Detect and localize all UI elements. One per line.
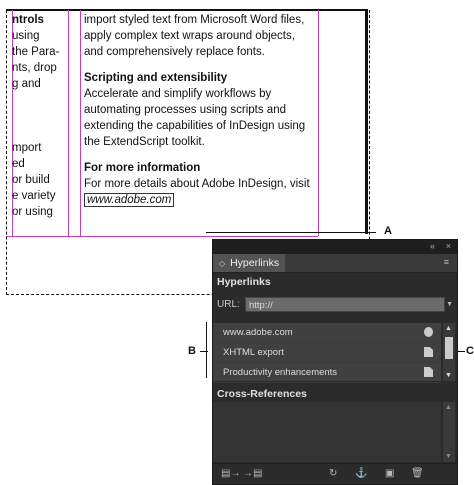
xref-section-title: Cross-References: [217, 388, 307, 400]
col-a-line: g and: [12, 78, 41, 90]
list-item-label: XHTML export: [223, 347, 284, 358]
xref-scrollbar[interactable]: ▲ ▼: [443, 402, 455, 462]
scroll-down-icon[interactable]: ▼: [445, 372, 452, 379]
xref-scroll-up-icon[interactable]: ▲: [445, 404, 452, 411]
bracket-b: [206, 322, 207, 378]
tab-chevron-icon: ◇: [219, 259, 226, 268]
heading-scripting: Scripting and extensibility: [84, 72, 228, 84]
page-icon: [424, 367, 433, 377]
callout-line-a: [206, 232, 376, 233]
col-a-line: ed: [12, 158, 25, 170]
column-guide-2: [80, 10, 81, 236]
delete-icon[interactable]: 🗑: [411, 468, 424, 479]
list-item-label: www.adobe.com: [223, 327, 293, 338]
panel-titlebar: « ×: [213, 240, 457, 254]
collapse-icon[interactable]: «: [430, 241, 435, 251]
hyperlinks-scrollbar[interactable]: ▲ ▼: [443, 323, 455, 381]
col-a-line: the Para-: [12, 46, 60, 58]
list-item[interactable]: Productivity enhancements: [213, 363, 441, 383]
col-a-line: e variety: [12, 190, 56, 202]
update-icon[interactable]: ↻: [329, 468, 337, 479]
col-a-line: ntrols: [12, 14, 44, 26]
panel-tabbar: ◇ Hyperlinks ≡: [213, 254, 457, 273]
go-to-source-icon[interactable]: ▤→: [221, 468, 240, 479]
tab-label: Hyperlinks: [230, 257, 280, 269]
url-label: URL:: [217, 299, 240, 310]
globe-icon: [424, 327, 433, 337]
list-item[interactable]: www.adobe.com: [213, 323, 441, 343]
panel-bottom-toolbar: ▤→ →▤ ↻ ⚓ ▣ 🗑: [213, 463, 457, 484]
hyperlinks-list: www.adobe.com XHTML export Productivity …: [213, 323, 441, 383]
margin-guide-bottom: [6, 236, 318, 237]
hyperlinks-panel: « × ◇ Hyperlinks ≡ Hyperlinks URL: http:…: [212, 239, 458, 485]
page-icon: [424, 347, 433, 357]
heading-more-info: For more information: [84, 162, 201, 174]
anchor-icon[interactable]: ⚓: [355, 468, 367, 479]
col-a-line: nts, drop: [12, 62, 57, 74]
xref-scroll-down-icon[interactable]: ▼: [445, 453, 452, 460]
col-a-line: or using: [12, 206, 53, 218]
callout-label-b: B: [188, 345, 196, 357]
scripting-section: Scripting and extensibility Accelerate a…: [84, 70, 316, 150]
callout-label-c: C: [466, 345, 474, 357]
col-a-line: using: [12, 30, 40, 42]
list-item[interactable]: XHTML export: [213, 343, 441, 363]
page-frame-right: [365, 10, 368, 234]
more-info-section: For more information For more details ab…: [84, 160, 316, 208]
text-column-right: import styled text from Microsoft Word f…: [84, 12, 316, 218]
text-column-left: ntrols using the Para- nts, drop g and m…: [12, 12, 70, 220]
tab-hyperlinks[interactable]: ◇ Hyperlinks: [213, 254, 286, 272]
new-hyperlink-icon[interactable]: ▣: [385, 468, 394, 479]
url-dropdown-icon[interactable]: ▼: [446, 301, 453, 308]
intro-paragraph: import styled text from Microsoft Word f…: [84, 14, 305, 58]
go-to-destination-icon[interactable]: →▤: [243, 468, 262, 479]
section-title: Hyperlinks: [217, 276, 271, 288]
hyperlink-source-text[interactable]: www.adobe.com: [84, 193, 175, 207]
scroll-thumb[interactable]: [445, 337, 453, 359]
more-info-paragraph: For more details about Adobe InDesign, v…: [84, 178, 310, 190]
col-a-line: mport: [12, 142, 42, 154]
url-row: URL: http:// ▼: [213, 295, 457, 315]
url-input[interactable]: http://: [245, 297, 445, 312]
callout-label-a: A: [384, 225, 392, 237]
col-a-line: or build: [12, 174, 50, 186]
xref-list: [213, 402, 441, 462]
scripting-paragraph: Accelerate and simplify workflows by aut…: [84, 88, 306, 148]
scroll-up-icon[interactable]: ▲: [445, 325, 452, 332]
close-icon[interactable]: ×: [446, 241, 451, 251]
margin-guide-right: [318, 10, 319, 236]
panel-menu-icon[interactable]: ≡: [444, 257, 449, 267]
list-item-label: Productivity enhancements: [223, 367, 338, 378]
